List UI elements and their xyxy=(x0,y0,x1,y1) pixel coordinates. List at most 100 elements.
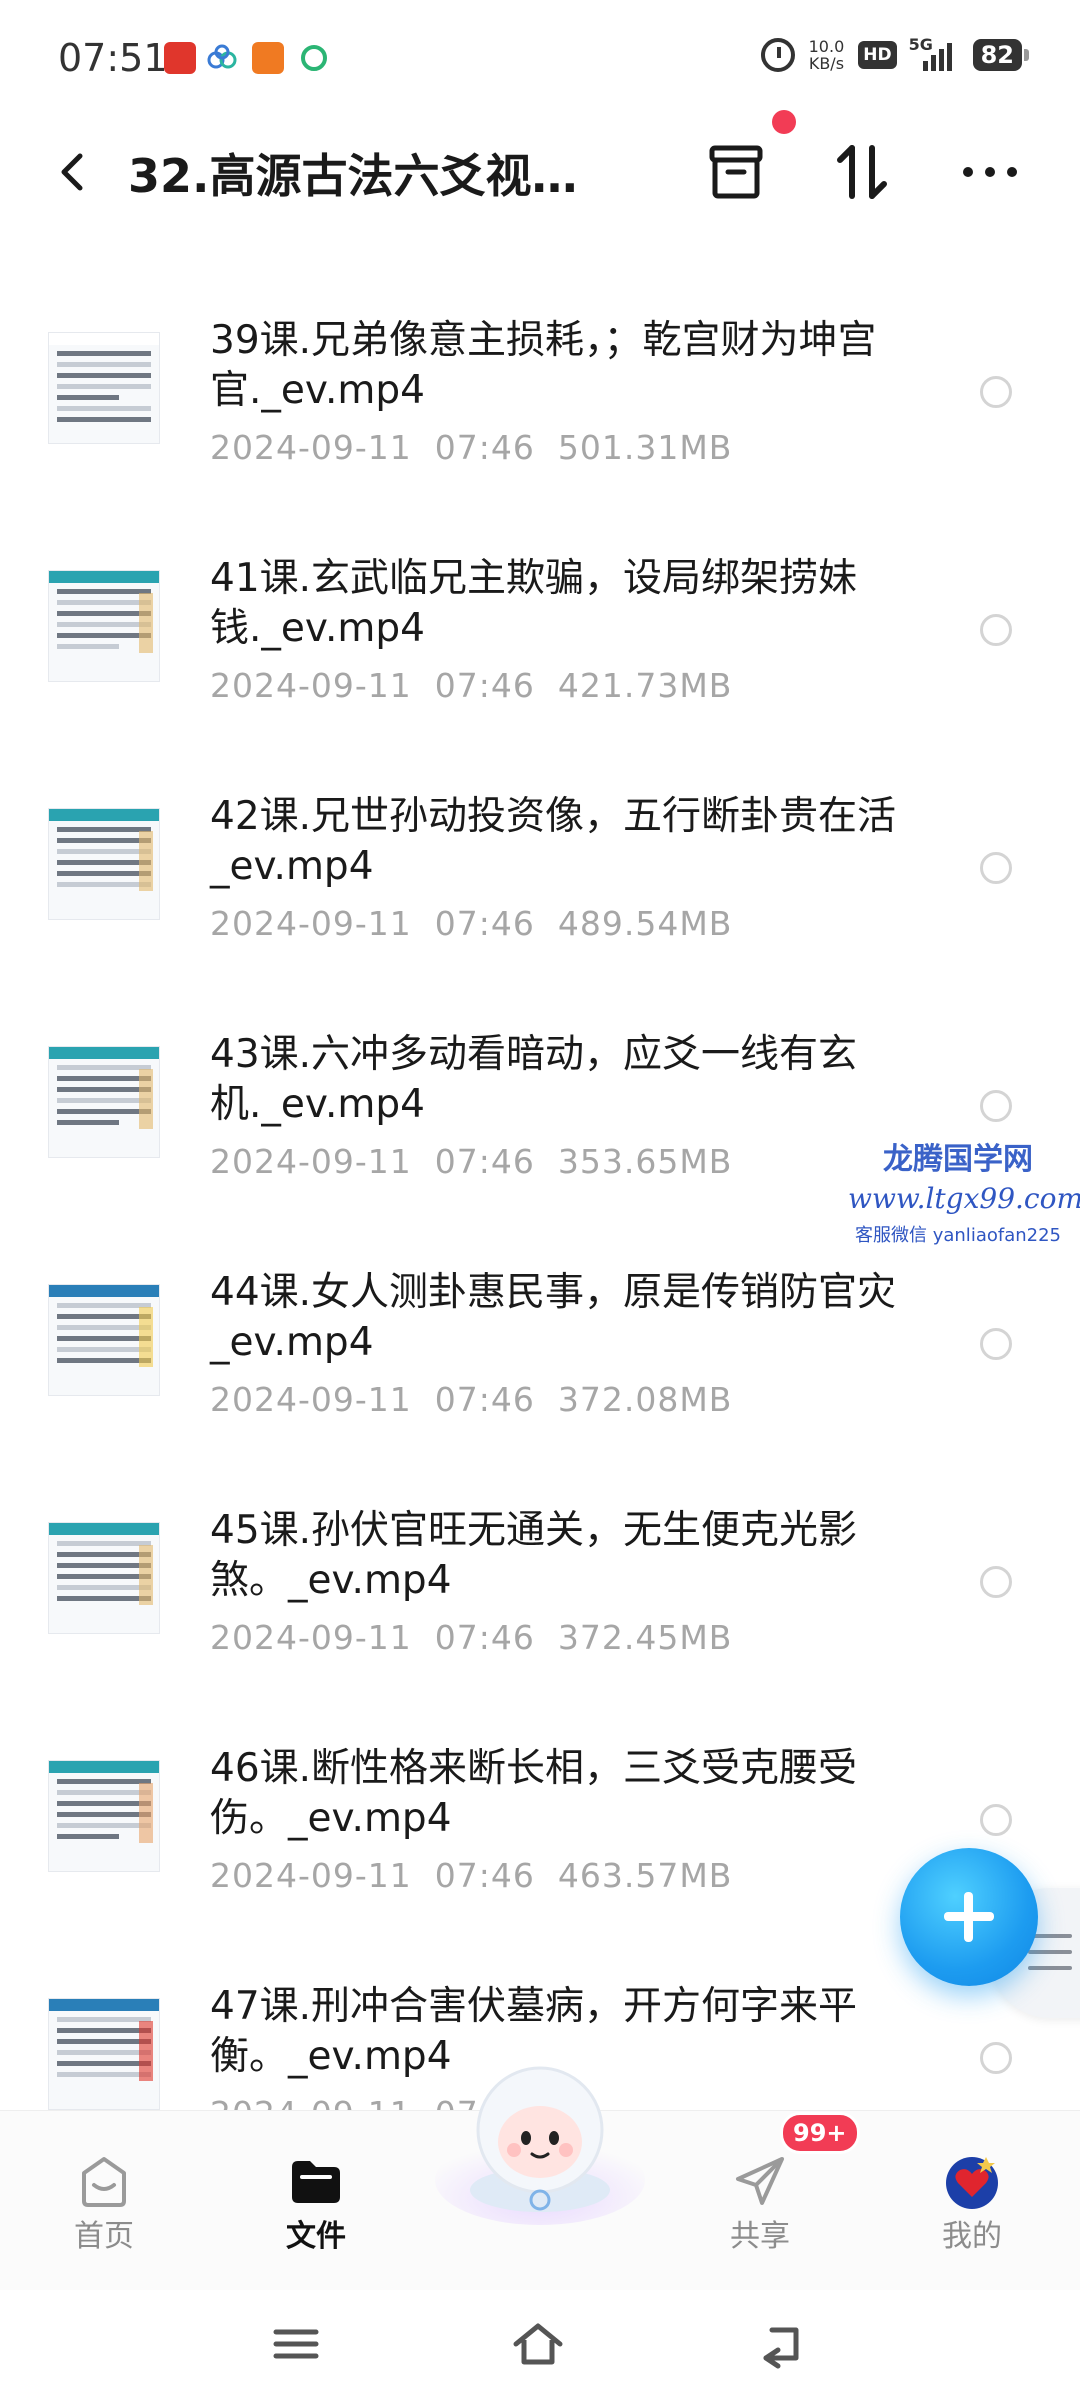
file-item[interactable]: 41课.玄武临兄主欺骗，设局绑架捞妹钱._ev.mp4 2024-09-11 0… xyxy=(0,508,1080,746)
file-date: 2024-09-11 xyxy=(210,666,412,705)
file-date: 2024-09-11 xyxy=(210,428,412,467)
mascot-button[interactable] xyxy=(430,2050,650,2230)
file-time: 07:46 xyxy=(434,428,535,467)
file-item[interactable]: 39课.兄弟像意主损耗，；乾宫财为坤宫官._ev.mp4 2024-09-11 … xyxy=(0,270,1080,508)
share-badge: 99+ xyxy=(780,2112,860,2154)
app-notification-icon-red xyxy=(164,42,196,74)
file-time: 07:46 xyxy=(434,904,535,943)
file-name: 39课.兄弟像意主损耗，；乾宫财为坤宫官._ev.mp4 xyxy=(210,318,877,413)
more-icon xyxy=(963,167,1017,177)
network-speed-unit: KB/s xyxy=(808,54,845,73)
file-date: 2024-09-11 xyxy=(210,1618,412,1657)
file-date: 2024-09-11 xyxy=(210,2094,412,2110)
select-radio[interactable] xyxy=(980,614,1012,646)
file-meta: 2024-09-11 07:46 353.65MB xyxy=(210,1142,732,1181)
status-time: 07:51 xyxy=(58,36,168,80)
paper-plane-icon xyxy=(736,2157,784,2205)
file-name: 45课.孙伏官旺无通关，无生便克光影煞。_ev.mp4 xyxy=(210,1508,858,1603)
folder-icon xyxy=(292,2161,340,2203)
recent-apps-button[interactable] xyxy=(266,2314,326,2374)
signal-icon: 5G xyxy=(909,35,959,71)
nav-home-label: 首页 xyxy=(74,2219,134,2254)
select-radio[interactable] xyxy=(980,2042,1012,2074)
nav-mine-label: 我的 xyxy=(942,2219,1002,2254)
file-name: 43课.六冲多动看暗动，应爻一线有玄机._ev.mp4 xyxy=(210,1032,858,1127)
page-title: 32.高源古法六爻视… xyxy=(128,149,578,203)
file-size: 353.65MB xyxy=(557,1142,733,1181)
file-item[interactable]: 42课.兄世孙动投资像，五行断卦贵在活_ev.mp4 2024-09-11 07… xyxy=(0,746,1080,984)
notification-dot xyxy=(772,110,796,134)
file-item[interactable]: 44课.女人测卦惠民事，原是传销防官灾_ev.mp4 2024-09-11 07… xyxy=(0,1222,1080,1460)
hd-icon: HD xyxy=(858,41,897,69)
video-thumbnail xyxy=(48,1046,160,1158)
file-meta: 2024-09-11 07:46 501.31MB xyxy=(210,428,732,467)
file-size: 372.08MB xyxy=(557,1380,733,1419)
menu-icon xyxy=(273,2329,319,2359)
sort-icon xyxy=(837,145,887,199)
watermark-url: www.ltgx99.com xyxy=(848,1182,1080,1215)
file-size: 421.73MB xyxy=(557,666,733,705)
watermark-title: 龙腾国学网 xyxy=(883,1142,1033,1177)
archive-button[interactable] xyxy=(700,136,772,208)
system-nav-bar xyxy=(0,2290,1080,2400)
nav-home[interactable]: 首页 xyxy=(24,2111,184,2291)
nav-files[interactable]: 文件 xyxy=(236,2111,396,2291)
video-thumbnail xyxy=(48,1998,160,2110)
file-time: 07:46 xyxy=(434,666,535,705)
archive-icon xyxy=(709,145,763,199)
sort-button[interactable] xyxy=(826,136,898,208)
file-name: 42课.兄世孙动投资像，五行断卦贵在活_ev.mp4 xyxy=(210,794,897,889)
file-date: 2024-09-11 xyxy=(210,1380,412,1419)
file-name: 46课.断性格来断长相，三爻受克腰受伤。_ev.mp4 xyxy=(210,1746,858,1841)
select-radio[interactable] xyxy=(980,376,1012,408)
select-radio[interactable] xyxy=(980,1804,1012,1836)
file-date: 2024-09-11 xyxy=(210,904,412,943)
home-nav-button[interactable] xyxy=(508,2314,568,2374)
back-arrow-icon xyxy=(61,153,83,191)
home-icon xyxy=(82,2157,126,2207)
watermark-contact: 客服微信 yanliaofan225 xyxy=(855,1225,1061,1246)
video-thumbnail xyxy=(48,1760,160,1872)
file-name: 44课.女人测卦惠民事，原是传销防官灾_ev.mp4 xyxy=(210,1270,897,1365)
header: 32.高源古法六爻视… xyxy=(0,110,1080,220)
video-thumbnail xyxy=(48,1284,160,1396)
file-date: 2024-09-11 xyxy=(210,1856,412,1895)
alarm-icon xyxy=(760,38,795,72)
file-item[interactable]: 45课.孙伏官旺无通关，无生便克光影煞。_ev.mp4 2024-09-11 0… xyxy=(0,1460,1080,1698)
file-time: 07:46 xyxy=(434,1380,535,1419)
select-radio[interactable] xyxy=(980,852,1012,884)
file-size: 489.54MB xyxy=(557,904,733,943)
home-outline-icon xyxy=(513,2323,563,2365)
file-meta: 2024-09-11 07:46 372.45MB xyxy=(210,1618,732,1657)
app-notification-icon-green xyxy=(298,42,330,74)
network-type: 5G xyxy=(908,35,933,54)
avatar xyxy=(946,2157,998,2209)
app-notification-icon-cloud xyxy=(206,42,238,74)
file-meta: 2024-09-11 07:46 372.08MB xyxy=(210,1380,732,1419)
back-button[interactable] xyxy=(44,142,104,202)
add-button[interactable] xyxy=(900,1848,1038,1986)
file-time: 07:46 xyxy=(434,1856,535,1895)
file-size: 501.31MB xyxy=(557,428,733,467)
select-radio[interactable] xyxy=(980,1328,1012,1360)
more-button[interactable] xyxy=(954,136,1026,208)
select-radio[interactable] xyxy=(980,1090,1012,1122)
app-notification-icon-orange xyxy=(252,42,284,74)
file-size: 372.45MB xyxy=(557,1618,733,1657)
nav-share-label: 共享 xyxy=(730,2219,790,2254)
back-nav-button[interactable] xyxy=(752,2314,812,2374)
nav-files-label: 文件 xyxy=(286,2219,346,2254)
select-radio[interactable] xyxy=(980,1566,1012,1598)
watermark: 龙腾国学网 www.ltgx99.com 客服微信 yanliaofan225 xyxy=(848,1134,1080,1247)
video-thumbnail xyxy=(48,808,160,920)
nav-mine[interactable]: 我的 xyxy=(892,2111,1052,2291)
video-thumbnail xyxy=(48,332,160,444)
network-speed: 10.0 KB/s xyxy=(809,38,845,72)
video-thumbnail xyxy=(48,1522,160,1634)
video-thumbnail xyxy=(48,570,160,682)
network-speed-value: 10.0 xyxy=(808,37,845,56)
file-time: 07:46 xyxy=(434,1142,535,1181)
file-meta: 2024-09-11 07:46 421.73MB xyxy=(210,666,732,705)
battery-icon: 82 xyxy=(972,39,1030,71)
file-date: 2024-09-11 xyxy=(210,1142,412,1181)
